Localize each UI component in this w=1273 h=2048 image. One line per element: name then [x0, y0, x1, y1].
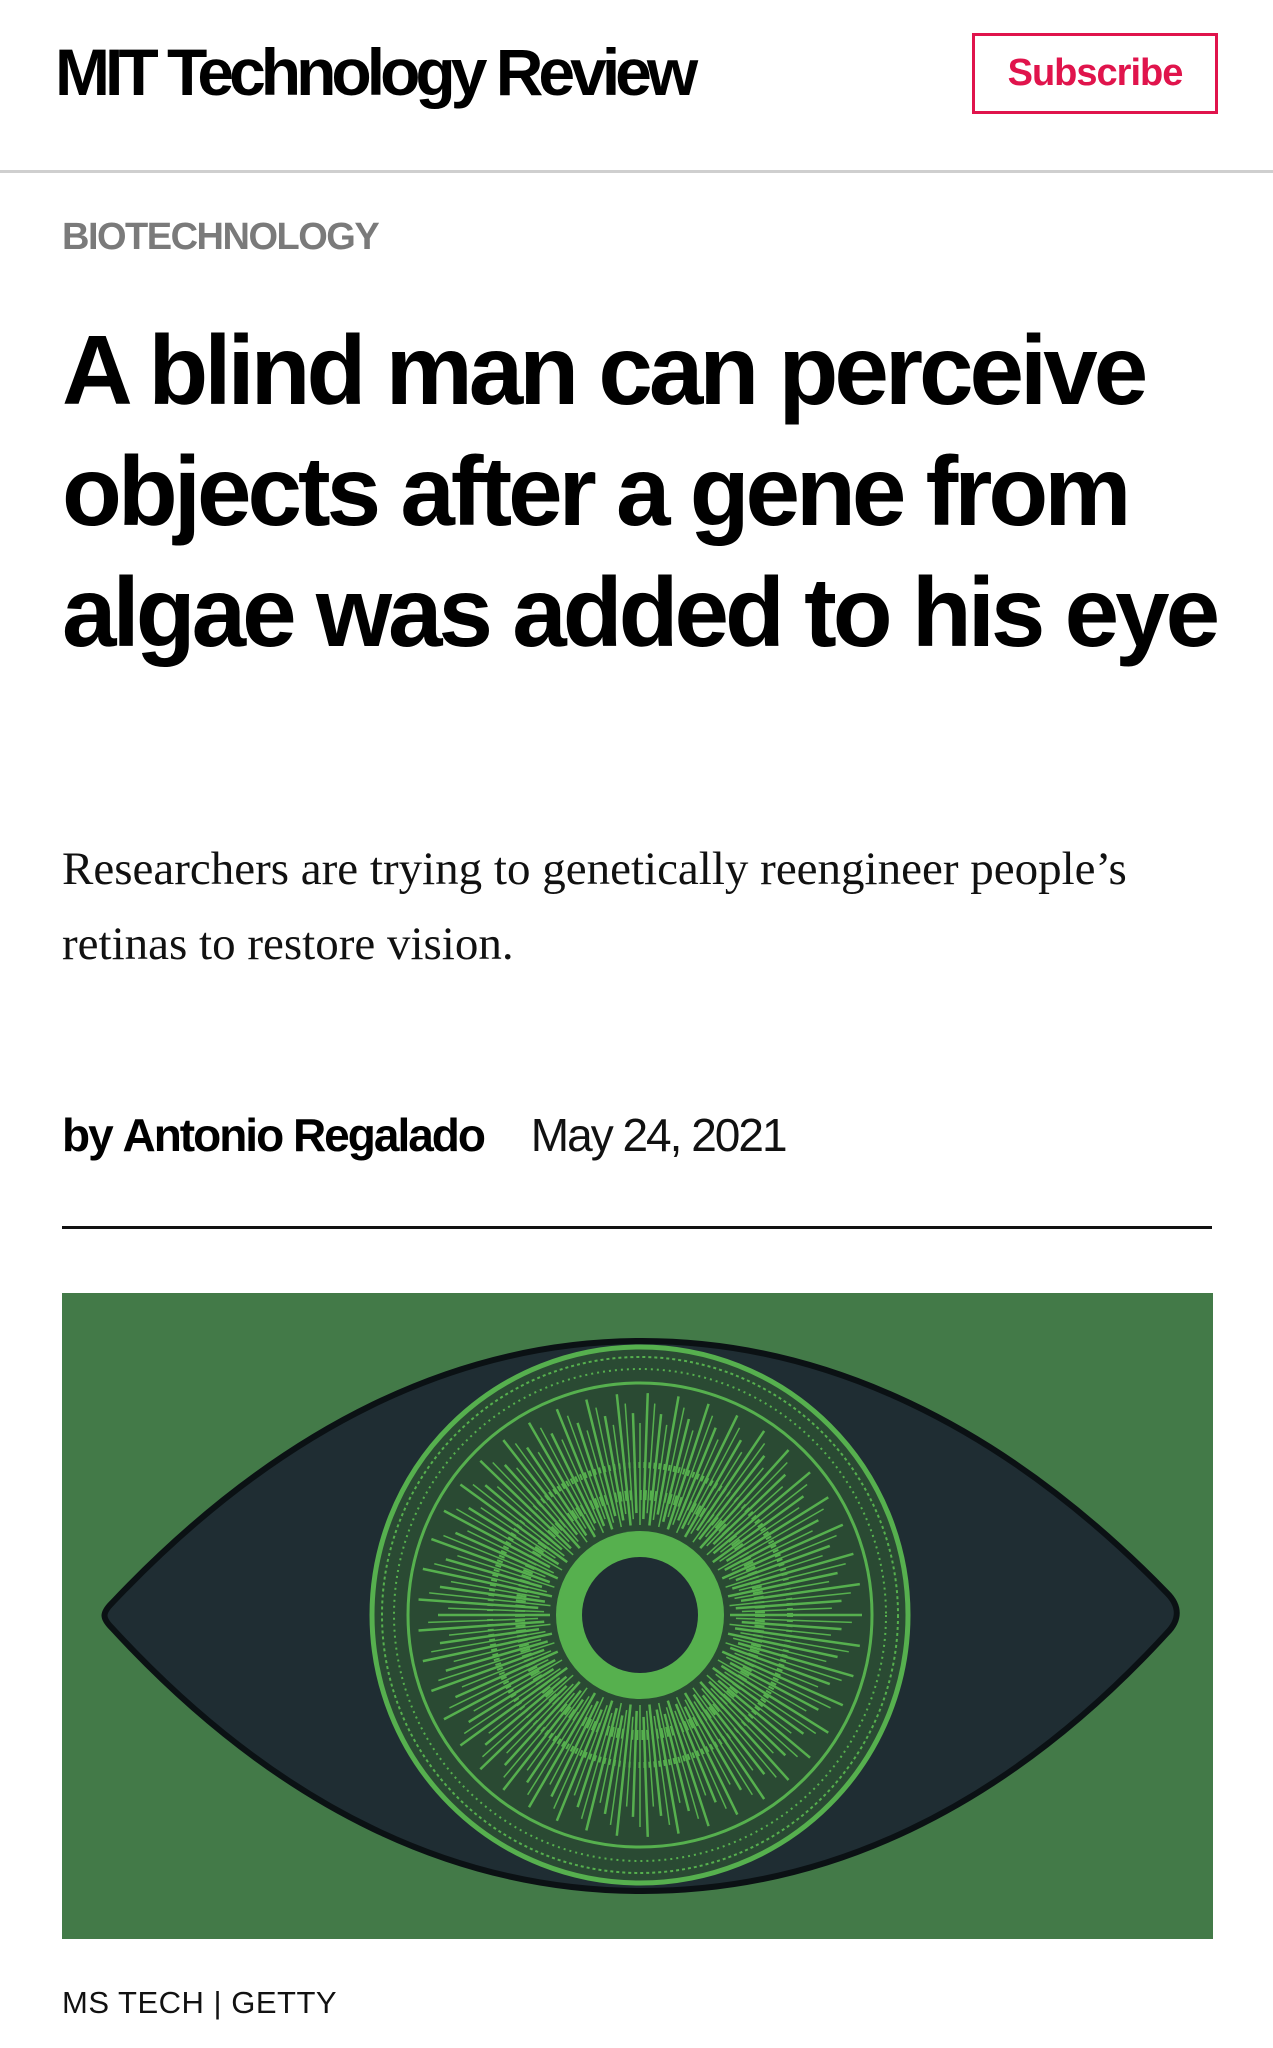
image-credit: MS TECH | GETTY — [62, 1985, 338, 2020]
hero-image — [62, 1293, 1213, 1939]
article-headline: A blind man can perceive objects after a… — [62, 315, 1220, 667]
publish-date: May 24, 2021 — [530, 1109, 788, 1161]
subscribe-button[interactable]: Subscribe — [972, 33, 1218, 114]
author-link[interactable]: Antonio Regalado — [122, 1109, 486, 1161]
iris — [369, 1344, 911, 1886]
article-category[interactable]: BIOTECHNOLOGY — [62, 213, 380, 261]
article-dek: Researchers are trying to genetically re… — [62, 843, 1127, 970]
byline-prefix: by — [62, 1109, 114, 1161]
site-logo[interactable]: MIT Technology Review — [55, 30, 698, 114]
eye-illustration-icon — [101, 1337, 1180, 1895]
site-header: MIT Technology Review Subscribe — [0, 0, 1273, 173]
byline: by Antonio Regalado May 24, 2021 — [62, 1105, 788, 1165]
divider — [62, 1226, 1212, 1229]
pupil — [582, 1557, 698, 1673]
